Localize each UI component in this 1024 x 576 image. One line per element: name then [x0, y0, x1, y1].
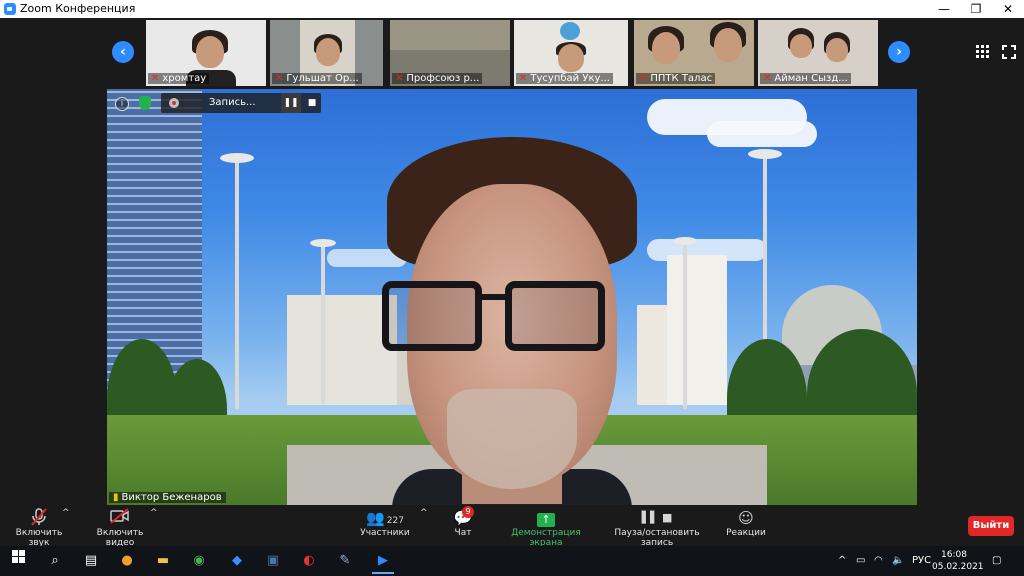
- muted-mic-icon: ✕: [395, 73, 404, 84]
- search-icon[interactable]: ⌕: [44, 550, 66, 572]
- muted-mic-icon: ✕: [639, 73, 648, 84]
- yandex-browser-icon[interactable]: ◐: [298, 550, 320, 572]
- participant-name: ✕ Айман Сызд...: [760, 73, 851, 84]
- participant-tile[interactable]: ✕ Айман Сызд...: [758, 20, 878, 86]
- participant-strip: ‹ ✕ хромтау ✕ Гульшат Ор... ✕ Профсоюз р...…: [0, 18, 1024, 88]
- title-bar: Zoom Конференция — ❐ ✕: [0, 0, 1024, 18]
- participants-count: 227: [386, 516, 404, 526]
- wifi-icon[interactable]: ◠: [874, 546, 883, 576]
- pause-stop-icon: ▌▌ ■: [641, 511, 673, 524]
- reactions-button[interactable]: ☺ Реакции: [726, 508, 766, 538]
- share-screen-icon: ↑: [537, 513, 555, 527]
- next-page-chevron-icon[interactable]: ›: [888, 41, 910, 63]
- meeting-toolbar: Включить звук ^ Включить видео ^ 👥 227 Уч…: [0, 505, 1024, 548]
- signal-bars-icon: ▮: [113, 492, 119, 503]
- pause-stop-recording-button[interactable]: ▌▌ ■ Пауза/остановить запись: [602, 508, 712, 548]
- muted-mic-icon: ✕: [519, 73, 528, 84]
- odnoklassniki-icon[interactable]: ●: [116, 550, 138, 572]
- participant-name: ✕ Гульшат Ор...: [272, 73, 362, 84]
- participant-tile[interactable]: ✕ хромтау: [146, 20, 266, 86]
- windows-taskbar: ⌕ ▤ ● ▬ ◉ ◆ ▣ ◐ ✎ ▶ ^ ▭ ◠ 🔈 РУС 16:08 05…: [0, 546, 1024, 576]
- close-button[interactable]: ✕: [992, 0, 1024, 18]
- volume-icon[interactable]: 🔈: [892, 546, 904, 576]
- stop-recording-icon[interactable]: ■: [303, 93, 321, 113]
- tray-overflow-chevron-icon[interactable]: ^: [838, 546, 846, 576]
- maximize-button[interactable]: ❐: [960, 0, 992, 18]
- participant-name: ✕ ППТК Талас: [636, 73, 716, 84]
- muted-mic-icon: ✕: [151, 73, 160, 84]
- file-explorer-icon[interactable]: ▬: [152, 550, 174, 572]
- leave-meeting-button[interactable]: Выйти: [968, 516, 1014, 536]
- window-title: Zoom Конференция: [20, 2, 136, 15]
- zoom-app-icon: [4, 3, 16, 15]
- notifications-icon[interactable]: ▢: [992, 546, 1001, 576]
- clock[interactable]: 16:08 05.02.2021: [932, 549, 984, 573]
- recording-label: Запись...: [209, 97, 256, 108]
- dropbox-icon[interactable]: ◆: [226, 550, 248, 572]
- windows-start-icon[interactable]: [8, 550, 30, 572]
- pause-recording-icon[interactable]: ❚❚: [281, 93, 301, 113]
- participants-button[interactable]: 👥 227 Участники: [360, 508, 410, 538]
- prev-page-chevron-icon[interactable]: ‹: [112, 41, 134, 63]
- zoom-taskbar-icon[interactable]: ▶: [372, 550, 394, 574]
- security-shield-icon[interactable]: [139, 96, 151, 110]
- input-language[interactable]: РУС: [912, 546, 931, 576]
- gallery-view-icon[interactable]: [976, 44, 990, 58]
- video-off-icon: [84, 508, 156, 528]
- recording-indicator: Запись... ❚❚ ■: [161, 93, 321, 113]
- chrome-icon[interactable]: ◉: [188, 550, 210, 572]
- fullscreen-icon[interactable]: [1002, 44, 1016, 59]
- vk-icon[interactable]: ▣: [262, 550, 284, 572]
- task-view-icon[interactable]: ▤: [80, 550, 102, 572]
- participants-icon: 👥 227: [366, 509, 404, 527]
- audio-options-chevron-icon[interactable]: ^: [62, 508, 70, 518]
- participant-name: ✕ Профсоюз р...: [392, 73, 483, 84]
- chat-unread-badge: 9: [462, 506, 474, 518]
- share-screen-button[interactable]: ↑ Демонстрация экрана: [498, 508, 594, 548]
- participant-name: ✕ хромтау: [148, 73, 210, 84]
- start-video-button[interactable]: Включить видео: [84, 508, 156, 548]
- record-dot-icon: [169, 98, 179, 108]
- participant-tile[interactable]: ✕ Профсоюз р...: [390, 20, 510, 86]
- participant-tile[interactable]: ✕ Гульшат Ор...: [270, 20, 383, 86]
- active-speaker-video: i Запись... ❚❚ ■ ▮ Виктор Беженаров: [107, 89, 917, 505]
- muted-mic-icon: ✕: [763, 73, 772, 84]
- chat-icon: 💬 9: [453, 506, 474, 527]
- muted-mic-icon: ✕: [275, 73, 284, 84]
- reaction-smiley-icon: ☺: [738, 509, 754, 527]
- participant-tile[interactable]: ✕ ППТК Талас: [634, 20, 754, 86]
- network-icon[interactable]: ▭: [856, 546, 865, 576]
- participant-tile[interactable]: ✕ Тусупбай Уку...: [514, 20, 628, 86]
- minimize-button[interactable]: —: [928, 0, 960, 18]
- paint-icon[interactable]: ✎: [334, 550, 356, 572]
- video-options-chevron-icon[interactable]: ^: [150, 508, 158, 518]
- chat-button[interactable]: 💬 9 Чат: [450, 506, 476, 538]
- participant-name: ✕ Тусупбай Уку...: [516, 73, 613, 84]
- speaker-name-label: ▮ Виктор Беженаров: [109, 492, 226, 503]
- participants-options-chevron-icon[interactable]: ^: [420, 508, 428, 518]
- meeting-info-icon[interactable]: i: [115, 97, 129, 111]
